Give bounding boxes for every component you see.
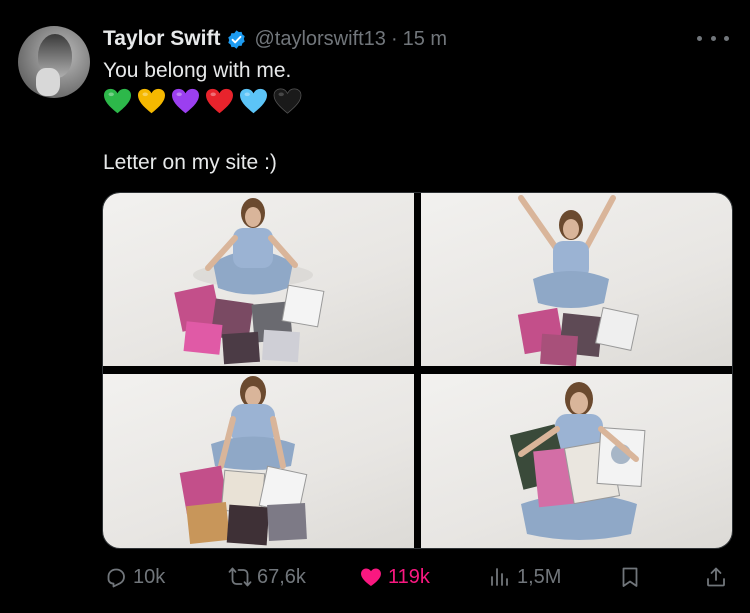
heart-filled-icon [361,568,381,586]
reply-count: 10k [133,565,166,588]
black-heart-icon [273,88,302,114]
avatar-hand [36,68,60,96]
like-count: 119k [388,565,430,588]
repost-icon [228,567,252,587]
tweet-header: Taylor Swift @taylorswift13 · 15 m [103,26,447,52]
photo-4[interactable] [421,374,732,548]
verified-badge-icon[interactable] [226,29,247,50]
more-dot [724,35,729,41]
blue-heart-icon [240,88,267,114]
tweet-time[interactable]: 15 m [403,28,447,51]
yellow-heart-icon [138,88,165,114]
repost-button[interactable]: 67,6k [228,562,306,592]
reply-button[interactable]: 10k [104,562,165,592]
author-name[interactable]: Taylor Swift [103,27,220,51]
purple-heart-icon [172,88,199,114]
separator-dot: · [390,27,398,50]
bookmark-icon [622,567,638,587]
more-dot [697,35,702,41]
more-dot [710,35,716,41]
like-button[interactable]: 119k [359,562,430,592]
photo-1-illustration [174,198,325,365]
photo-4-illustration [509,382,646,540]
views-bar-chart-icon [491,568,508,586]
views-count: 1,5M [517,565,562,588]
reply-icon [107,568,125,588]
heart-emoji-row [103,88,302,115]
photo-3[interactable] [103,374,414,548]
bookmark-button[interactable] [618,562,647,592]
photo-2-illustration [517,195,639,366]
repost-count: 67,6k [257,565,306,588]
photo-1[interactable] [103,193,414,366]
photo-3-illustration [179,376,308,546]
author-handle[interactable]: @taylorswift13 [254,28,385,51]
tweet-text-second-line: Letter on my site :) [103,151,277,174]
more-options-icon[interactable] [697,28,729,48]
avatar[interactable] [18,26,90,98]
views-button[interactable]: 1,5M [488,562,561,592]
media-grid [102,192,733,549]
action-bar: 10k 67,6k 119k 1,5M [104,562,734,592]
green-heart-icon [104,88,131,114]
share-icon [707,567,725,587]
tweet[interactable]: Taylor Swift @taylorswift13 · 15 m You b… [0,0,750,613]
tweet-text: You belong with me. [103,59,292,82]
red-heart-icon [206,88,233,114]
share-button[interactable] [704,562,733,592]
photo-2[interactable] [421,193,732,366]
